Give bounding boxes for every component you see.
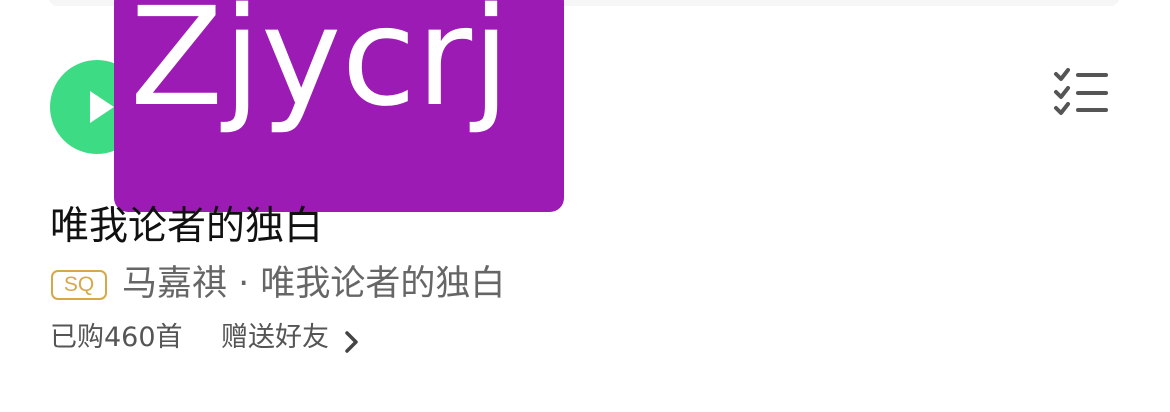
chevron-right-icon[interactable] xyxy=(343,330,361,354)
gift-friend-button[interactable]: 赠送好友 xyxy=(221,318,329,358)
checklist-icon[interactable] xyxy=(1048,66,1112,120)
overlay-text: Zjycrj xyxy=(130,0,510,137)
song-detail-screen: Zjycrj 唯我论者的独白 SQ 马嘉祺 · 唯我论者的独白 已购460首 赠… xyxy=(0,0,1170,412)
purchased-count: 已购460首 xyxy=(50,322,183,353)
quality-badge: SQ xyxy=(51,270,107,300)
artist-album-link[interactable]: 马嘉祺 · 唯我论者的独白 xyxy=(122,262,505,306)
song-title: 唯我论者的独白 xyxy=(50,204,324,249)
overlay-label: Zjycrj xyxy=(114,0,564,212)
